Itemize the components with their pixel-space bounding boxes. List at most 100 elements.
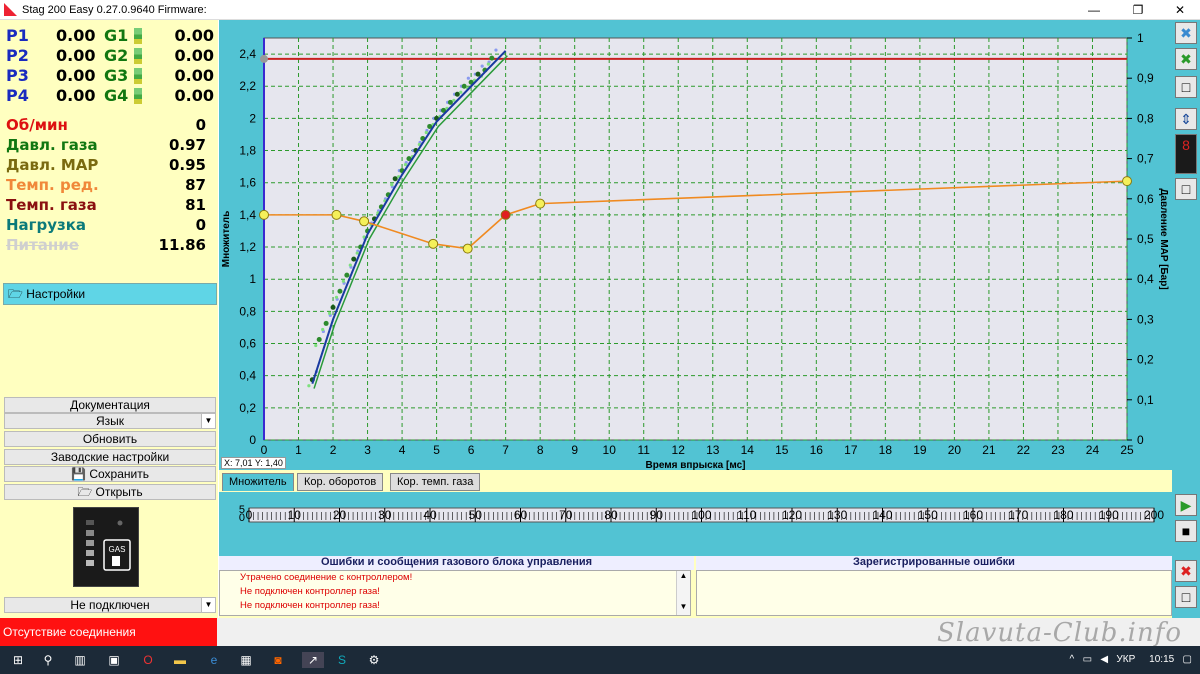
messages-items: Утрачено соединение с контроллером! Не по… — [220, 571, 690, 613]
map-data-point — [344, 272, 350, 278]
tray-time[interactable]: 10:15 — [1149, 654, 1174, 665]
y2-tick-label: 0 — [1137, 433, 1144, 447]
sensor-value: 81 — [185, 196, 206, 214]
curve-point[interactable] — [462, 243, 473, 254]
curve-point[interactable] — [359, 216, 370, 227]
map-data-point — [355, 251, 359, 255]
sensor-label: Темп. газа — [6, 196, 97, 214]
explorer-icon[interactable]: ▬ — [172, 652, 188, 668]
edge-icon[interactable]: e — [206, 652, 222, 668]
scroll-down-icon[interactable]: ▼ — [677, 602, 690, 611]
x-tick-label: 8 — [537, 443, 544, 457]
rpm-strip-svg[interactable]: 50 0 10 20 30 40 50 60 70 80 90 100 110 120 130 140 150 1… — [219, 498, 1172, 554]
y-tick-label: 2 — [249, 111, 256, 125]
minimize-button[interactable]: — — [1076, 0, 1112, 20]
square-outline-icon[interactable]: □ — [1175, 178, 1197, 200]
notification-icon[interactable]: ▢ — [1183, 654, 1192, 665]
map-data-point — [403, 163, 408, 167]
rpm-tick-label: 80 — [604, 508, 618, 522]
selected-curve-point[interactable] — [500, 209, 511, 220]
sensor-value: 11.86 — [158, 236, 206, 254]
sensor-label: Темп. ред. — [6, 176, 99, 194]
x-tick-label: 12 — [672, 443, 686, 457]
scroll-up-icon[interactable]: ▲ — [677, 571, 690, 580]
injector-icon — [134, 48, 142, 64]
factory-settings-button[interactable]: Заводские настройки — [4, 449, 216, 465]
search-icon[interactable]: ⚲ — [40, 652, 56, 668]
rpm-tick-label: 150 — [918, 508, 938, 522]
documentation-button[interactable]: Документация — [4, 397, 216, 413]
task-view-icon[interactable]: ▥ — [72, 652, 88, 668]
save-button[interactable]: 💾 Сохранить — [4, 466, 216, 482]
square-outline-icon[interactable]: □ — [1175, 586, 1197, 608]
right-toolbar: ✖ ✖ □ ⇕ 8 □ ▶ ■ ✖ □ — [1172, 20, 1200, 618]
tray-lang[interactable]: УКР — [1116, 654, 1135, 665]
rpm-strip-side-label: 0 — [239, 512, 245, 524]
maximize-button[interactable]: ❐ — [1120, 0, 1156, 20]
rpm-tick-label: 180 — [1053, 508, 1073, 522]
chart-svg[interactable]: 0 1 2 3 4 5 6 7 8 9 10 11 12 13 14 15 16 17 18 19 20 21 22 23 24… — [219, 20, 1172, 472]
y2-tick-label: 0,9 — [1137, 71, 1154, 85]
app-icon — [4, 3, 17, 16]
chart-tab[interactable]: Кор. темп. газа — [390, 473, 481, 491]
cross-blue-icon[interactable]: ✖ — [1175, 22, 1197, 44]
tray-volume-icon[interactable]: ◀ — [1100, 654, 1108, 665]
y-tick-label: 0 — [249, 433, 256, 447]
clear-errors-icon[interactable]: ✖ — [1175, 560, 1197, 582]
curve-point[interactable] — [259, 209, 269, 220]
chart-tab[interactable]: Кор. оборотов — [297, 473, 384, 491]
update-button[interactable]: Обновить — [4, 431, 216, 447]
sensor-row: Темп. ред. 87 — [0, 176, 218, 196]
open-button[interactable]: 🗁 Открыть — [4, 484, 216, 500]
messages-list[interactable]: Утрачено соединение с контроллером! Не по… — [219, 570, 691, 616]
multiplier-chart[interactable]: 0 1 2 3 4 5 6 7 8 9 10 11 12 13 14 15 16 17 18 19 20 21 22 23 24… — [219, 20, 1172, 472]
system-tray: ^ ▭ ◀ УКР 10:15 ▢ — [1070, 646, 1192, 674]
x-tick-label: 6 — [468, 443, 475, 457]
tray-arrow-icon[interactable]: ^ — [1070, 654, 1075, 665]
param-g-value: 0.00 — [174, 66, 214, 85]
y-tick-label: 0,8 — [239, 304, 256, 318]
message-item[interactable]: Не подключен контроллер газа! — [220, 585, 690, 599]
y-tick-label: 1,2 — [239, 240, 256, 254]
square-icon[interactable]: □ — [1175, 76, 1197, 98]
curve-point[interactable] — [535, 198, 546, 209]
registered-errors-list[interactable] — [696, 570, 1172, 616]
main-panel: 0 1 2 3 4 5 6 7 8 9 10 11 12 13 14 15 16 17 18 19 20 21 22 23 24… — [219, 20, 1172, 618]
gas-switch-panel[interactable]: GAS — [73, 507, 139, 587]
cross-green-icon[interactable]: ✖ — [1175, 48, 1197, 70]
param-p-label: P2 — [6, 46, 29, 65]
windows-start-icon[interactable]: ⊞ — [10, 652, 26, 668]
max-line-handle[interactable] — [260, 54, 268, 63]
message-item[interactable]: Не подключен контроллер газа! — [220, 599, 690, 613]
opera-icon[interactable]: O — [140, 652, 156, 668]
curve-point[interactable] — [428, 238, 439, 249]
x-tick-label: 21 — [982, 443, 996, 457]
settings-menu[interactable]: 🗁 Настройки — [3, 283, 217, 305]
param-g-value: 0.00 — [174, 46, 214, 65]
skype-icon[interactable]: S — [334, 652, 350, 668]
injector-icon — [134, 88, 142, 104]
curve-point[interactable] — [331, 209, 342, 220]
rpm-tick-label: 120 — [782, 508, 802, 522]
messages-scrollbar[interactable]: ▲ ▼ — [676, 571, 690, 615]
sensor-value: 0.97 — [168, 136, 206, 154]
play-icon[interactable]: ▶ — [1175, 494, 1197, 516]
curve-point[interactable] — [1122, 176, 1132, 187]
connection-select[interactable]: Не подключен ▼ — [4, 597, 216, 613]
chart-tab[interactable]: Множитель — [222, 473, 294, 491]
param-row: P1 0.00 G1 0.00 — [0, 26, 218, 46]
app-tool-icon[interactable]: ⚙ — [366, 652, 382, 668]
stag-app-icon[interactable]: ↗ — [302, 652, 324, 668]
close-button[interactable]: ✕ — [1162, 0, 1198, 20]
store-icon[interactable]: ▣ — [106, 652, 122, 668]
collapse-icon[interactable]: ⇕ — [1175, 108, 1197, 130]
app-orange-icon[interactable]: ◙ — [270, 652, 286, 668]
tray-network-icon[interactable]: ▭ — [1083, 654, 1092, 665]
sensor-label: Давл. газа — [6, 136, 98, 154]
calculator-icon[interactable]: ▦ — [238, 652, 254, 668]
plot-area[interactable] — [263, 37, 1128, 441]
map-data-point — [351, 256, 357, 262]
language-select[interactable]: Язык ▼ — [4, 413, 216, 429]
stop-icon[interactable]: ■ — [1175, 520, 1197, 542]
message-item[interactable]: Утрачено соединение с контроллером! — [220, 571, 690, 585]
